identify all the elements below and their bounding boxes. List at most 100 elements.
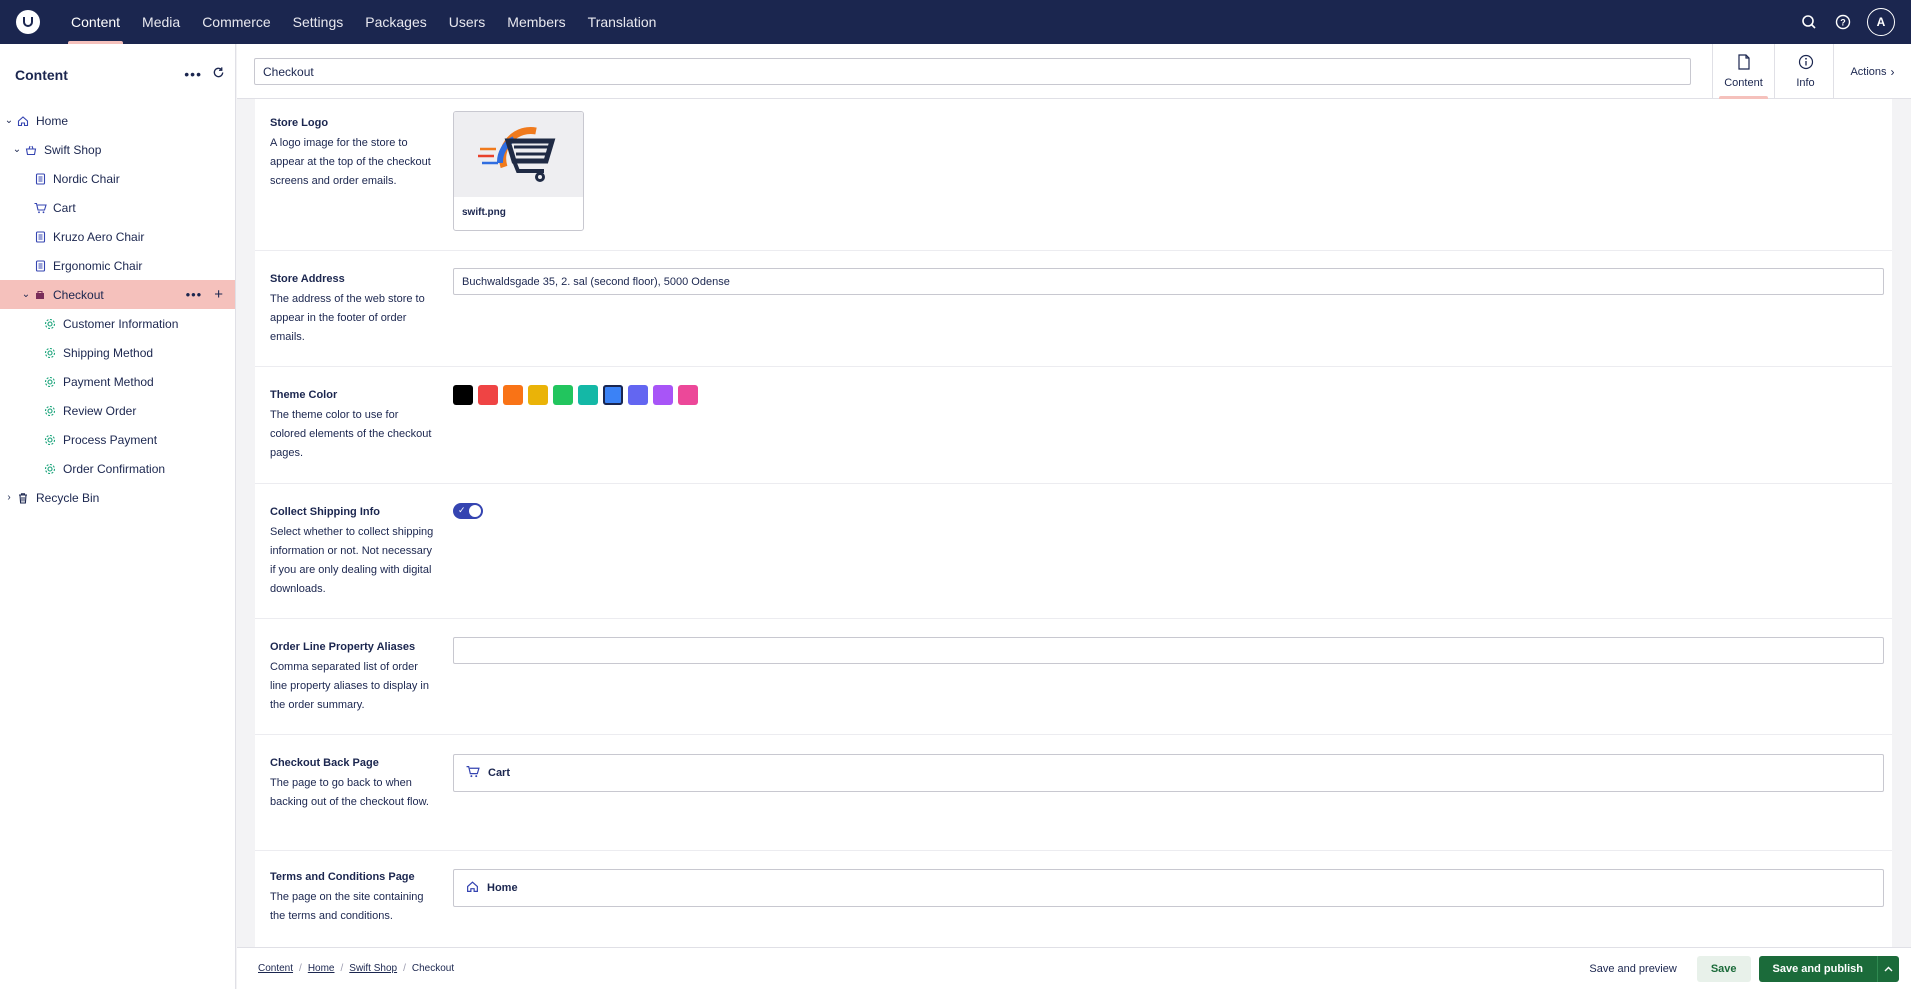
nav-packages[interactable]: Packages [354, 0, 437, 44]
color-swatch[interactable] [678, 385, 698, 405]
property-order-line-aliases: Order Line Property Aliases Comma separa… [255, 619, 1892, 735]
nav-members[interactable]: Members [496, 0, 576, 44]
media-card[interactable]: swift.png [453, 111, 584, 231]
home-icon [466, 880, 479, 896]
tree-item-nordic-chair[interactable]: Nordic Chair [0, 164, 235, 193]
property-theme-color: Theme Color The theme color to use for c… [255, 367, 1892, 484]
nav-content[interactable]: Content [60, 0, 131, 44]
search-icon[interactable] [1799, 12, 1819, 32]
tree-item-label: Order Confirmation [63, 461, 166, 476]
tree-item-payment-method[interactable]: Payment Method [0, 367, 235, 396]
home-icon [16, 114, 30, 128]
tab-label: Info [1796, 77, 1815, 89]
tree-item-kruzo-aero-chair[interactable]: Kruzo Aero Chair [0, 222, 235, 251]
tree-item-swift-shop[interactable]: ⌄ Swift Shop [0, 135, 235, 164]
tree-item-cart[interactable]: Cart [0, 193, 235, 222]
picker-value: Home [487, 882, 518, 894]
property-description: Comma separated list of order line prope… [270, 661, 429, 711]
color-swatch[interactable] [503, 385, 523, 405]
nav-users[interactable]: Users [438, 0, 497, 44]
editor-footer: Content / Home / Swift Shop / Checkout S… [237, 947, 1911, 989]
help-icon[interactable]: ? [1833, 12, 1853, 32]
breadcrumb-current: Checkout [411, 963, 455, 974]
nav-settings[interactable]: Settings [282, 0, 355, 44]
property-label: Order Line Property Aliases Comma separa… [270, 641, 435, 715]
chevron-down-icon[interactable]: ⌄ [21, 289, 31, 300]
add-icon[interactable]: + [214, 286, 223, 303]
content-tree-sidebar: Content ••• ⌄ Home ⌄ Swift Shop Nordic C… [0, 44, 236, 989]
tree-item-label: Home [36, 113, 69, 128]
tree-item-recycle-bin[interactable]: › Recycle Bin [0, 483, 235, 512]
property-description: The address of the web store to appear i… [270, 293, 425, 343]
tree-item-process-payment[interactable]: Process Payment [0, 425, 235, 454]
sidebar-header: Content ••• [0, 44, 235, 106]
chevron-down-icon[interactable]: ⌄ [12, 144, 22, 155]
step-icon [43, 404, 57, 418]
more-options-icon[interactable]: ••• [184, 66, 202, 82]
nav-commerce[interactable]: Commerce [191, 0, 281, 44]
check-icon: ✓ [458, 505, 466, 515]
color-swatch[interactable] [553, 385, 573, 405]
breadcrumb-content[interactable]: Content [258, 963, 293, 974]
color-swatch[interactable] [603, 385, 623, 405]
breadcrumb-home[interactable]: Home [308, 963, 335, 974]
tree-item-shipping-method[interactable]: Shipping Method [0, 338, 235, 367]
properties-panel: Store Logo A logo image for the store to… [255, 99, 1892, 947]
property-description: The page to go back to when backing out … [270, 777, 429, 808]
tab-content[interactable]: Content [1712, 44, 1774, 99]
document-icon [33, 230, 47, 244]
breadcrumb-swift-shop[interactable]: Swift Shop [349, 963, 397, 974]
document-name-input[interactable]: Checkout [254, 58, 1691, 85]
tree-item-customer-information[interactable]: Customer Information [0, 309, 235, 338]
chevron-down-icon[interactable]: ⌄ [4, 115, 14, 126]
user-avatar[interactable]: A [1867, 8, 1895, 36]
property-label: Theme Color The theme color to use for c… [270, 389, 435, 463]
editor-main: Store Logo A logo image for the store to… [237, 99, 1911, 947]
order-line-aliases-input[interactable] [453, 637, 1884, 664]
tree-item-label: Swift Shop [44, 142, 102, 157]
color-swatch[interactable] [478, 385, 498, 405]
breadcrumb: Content / Home / Swift Shop / Checkout [258, 963, 454, 974]
color-swatch[interactable] [453, 385, 473, 405]
more-options-icon[interactable]: ••• [186, 287, 203, 302]
breadcrumb-separator: / [403, 963, 406, 974]
property-description: The theme color to use for colored eleme… [270, 409, 432, 459]
property-title: Store Logo [270, 117, 329, 129]
nav-media[interactable]: Media [131, 0, 191, 44]
step-icon [43, 433, 57, 447]
save-button[interactable]: Save [1696, 956, 1751, 982]
refresh-icon[interactable] [212, 66, 225, 82]
document-icon [33, 172, 47, 186]
tree-item-ergonomic-chair[interactable]: Ergonomic Chair [0, 251, 235, 280]
property-title: Theme Color [270, 389, 338, 401]
actions-button[interactable]: Actions › [1833, 44, 1911, 99]
tree-item-home[interactable]: ⌄ Home [0, 106, 235, 135]
property-title: Terms and Conditions Page [270, 871, 415, 883]
checkout-icon [33, 288, 47, 302]
chevron-right-icon: › [1890, 64, 1895, 79]
collect-shipping-toggle[interactable]: ✓ [453, 503, 483, 519]
nav-translation[interactable]: Translation [577, 0, 668, 44]
color-swatch[interactable] [653, 385, 673, 405]
save-and-publish-button[interactable]: Save and publish [1758, 956, 1899, 982]
tab-info[interactable]: Info [1774, 44, 1836, 99]
picker-value: Cart [488, 767, 511, 779]
cart-icon [33, 201, 47, 215]
umbraco-logo[interactable] [16, 10, 40, 34]
checkout-back-page-picker[interactable]: Cart [453, 754, 1884, 792]
tree-item-review-order[interactable]: Review Order [0, 396, 235, 425]
tree-item-order-confirmation[interactable]: Order Confirmation [0, 454, 235, 483]
color-swatch[interactable] [628, 385, 648, 405]
color-swatch[interactable] [528, 385, 548, 405]
property-description: The page on the site containing the term… [270, 891, 424, 922]
terms-page-picker[interactable]: Home [453, 869, 1884, 907]
save-and-preview-button[interactable]: Save and preview [1577, 956, 1688, 982]
chevron-up-icon[interactable] [1877, 956, 1899, 982]
tree-item-checkout[interactable]: ⌄ Checkout ••• + [0, 280, 235, 309]
tree-item-label: Customer Information [63, 316, 179, 331]
color-swatch[interactable] [578, 385, 598, 405]
chevron-right-icon[interactable]: › [4, 492, 14, 503]
store-address-input[interactable]: Buchwaldsgade 35, 2. sal (second floor),… [453, 268, 1884, 295]
step-icon [43, 462, 57, 476]
step-icon [43, 317, 57, 331]
